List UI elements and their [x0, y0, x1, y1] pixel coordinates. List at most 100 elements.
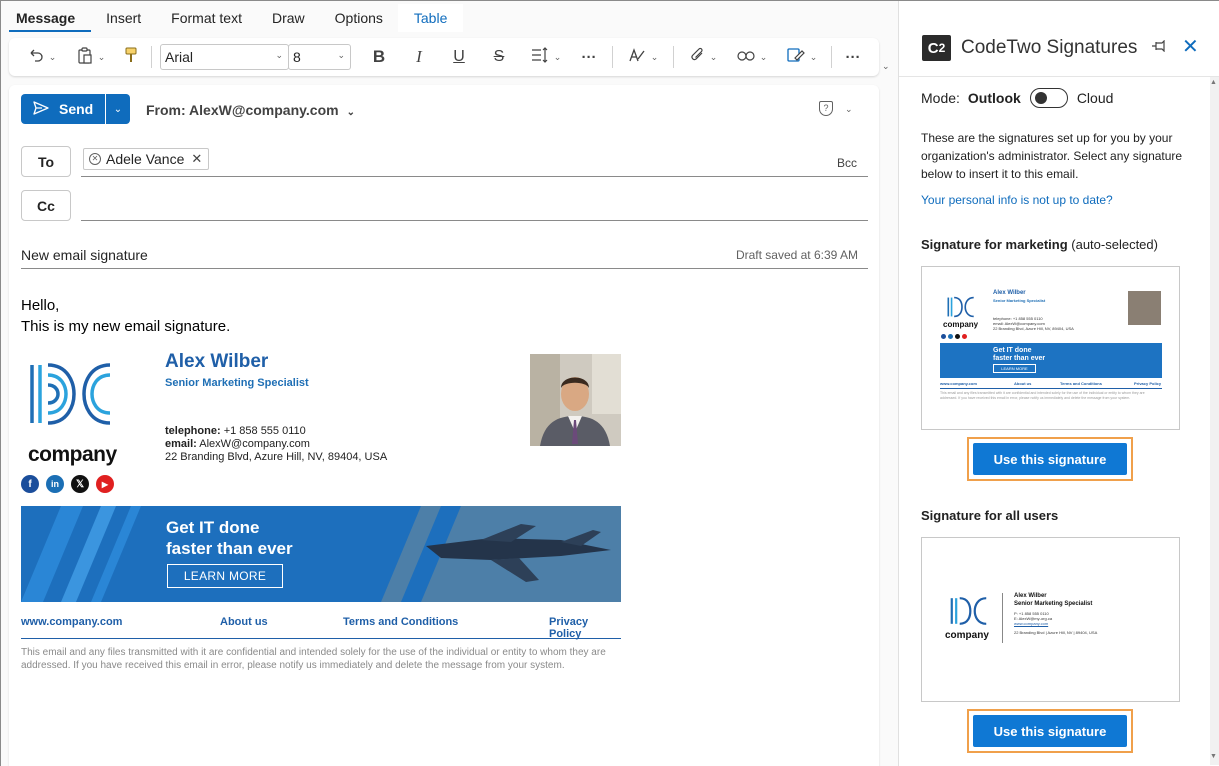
tab-message[interactable]: Message	[9, 4, 92, 32]
x-icon[interactable]: 𝕏	[71, 475, 89, 493]
signature-preview-all-users[interactable]: company Alex Wilber Senior Marketing Spe…	[921, 537, 1180, 702]
mini-banner: Get IT done faster than ever LEARN MORE	[940, 343, 1162, 378]
more-options-button[interactable]: ···	[841, 44, 865, 70]
mode-toggle[interactable]	[1029, 88, 1068, 108]
scroll-down-icon[interactable]: ▼	[1210, 753, 1217, 760]
tab-format-text[interactable]: Format text	[156, 4, 257, 32]
styles-button[interactable]: ⌄	[623, 44, 663, 70]
font-name-select[interactable]: Arial ⌄	[160, 44, 289, 70]
clipboard-icon	[77, 46, 93, 68]
subject-field[interactable]: New email signature	[21, 247, 148, 263]
styles-icon	[628, 47, 646, 67]
underline-button[interactable]: U	[449, 44, 469, 70]
signature-preview-marketing[interactable]: company Alex Wilber Senior Marketing Spe…	[921, 266, 1180, 430]
tab-table[interactable]: Table	[397, 4, 464, 32]
remove-recipient-icon[interactable]: ✕	[191, 151, 202, 167]
promo-banner[interactable]: Get IT done faster than ever LEARN MORE	[21, 506, 621, 602]
to-button[interactable]: To	[21, 146, 71, 177]
use-signature-highlight: Use this signature	[967, 709, 1133, 753]
attach-button[interactable]: ⌄	[685, 44, 723, 70]
bcc-button[interactable]: Bcc	[837, 156, 857, 170]
use-signature-button-all-users[interactable]: Use this signature	[973, 715, 1127, 747]
intro-text: These are the signatures set up for you …	[921, 131, 1183, 181]
message-body[interactable]: Hello, This is my new email signature.	[21, 295, 230, 337]
font-size-select[interactable]: 8 ⌄	[288, 44, 351, 70]
mini-divider	[1002, 593, 1003, 643]
recipient-chip[interactable]: ✕ Adele Vance ✕	[83, 148, 210, 170]
close-icon[interactable]: ✕	[1182, 34, 1199, 59]
ribbon-tabs: Message Insert Format text Draw Options …	[9, 4, 464, 32]
tab-insert[interactable]: Insert	[91, 4, 156, 32]
mini-links-divider	[940, 388, 1162, 389]
toggle-knob	[1034, 92, 1047, 104]
telephone-label: telephone:	[165, 425, 221, 437]
personal-info-link[interactable]: Your personal info is not up to date?	[921, 193, 1113, 207]
scroll-up-icon[interactable]: ▲	[1210, 79, 1217, 86]
mini-link: Terms and Conditions	[1060, 381, 1102, 386]
paste-button[interactable]: ⌄	[71, 44, 111, 70]
to-field-line[interactable]	[81, 176, 868, 177]
link-icon	[737, 49, 755, 66]
chevron-down-icon: ⌄	[97, 51, 106, 62]
ribbon-expand-chevron-icon[interactable]: ⌄	[882, 61, 890, 72]
website-link[interactable]: www.company.com	[21, 616, 122, 628]
pane-scrollbar[interactable]	[1210, 77, 1219, 765]
mini-banner-line: faster than ever	[993, 355, 1046, 362]
send-button[interactable]: Send	[21, 94, 105, 124]
section-title-text: Signature for marketing	[921, 237, 1068, 252]
toolbar-divider	[831, 46, 832, 68]
mode-cloud-label: Cloud	[1076, 90, 1114, 106]
signature-pen-icon	[787, 47, 805, 67]
linkedin-icon[interactable]: in	[46, 475, 64, 493]
links-divider	[21, 638, 621, 639]
chevron-down-icon: ⌄	[650, 51, 659, 62]
company-logo-mark-icon	[30, 363, 111, 425]
logo-number: 2	[938, 41, 946, 55]
mini-banner-button: LEARN MORE	[993, 364, 1036, 373]
body-line: This is my new email signature.	[21, 318, 231, 335]
email-value[interactable]: AlexW@company.com	[199, 438, 310, 450]
signature-button[interactable]: ⌄	[783, 44, 821, 70]
tab-options[interactable]: Options	[320, 4, 398, 32]
address-value: 22 Branding Blvd, Azure Hill, NV, 89404,…	[165, 451, 388, 463]
logo-letter: C	[927, 39, 939, 57]
font-size-value: 8	[293, 49, 301, 65]
strikethrough-button[interactable]: S	[489, 44, 509, 70]
sensitivity-shield-icon[interactable]: ?	[819, 101, 833, 116]
chevron-down-icon[interactable]: ⌄	[845, 104, 853, 115]
mini2-address: 22 Branding Blvd | Azure Hill, NV | 8940…	[1014, 630, 1098, 635]
compose-window: Message Insert Format text Draw Options …	[1, 1, 898, 766]
facebook-icon[interactable]: f	[21, 475, 39, 493]
mini2-web: www.company.com	[1014, 621, 1049, 626]
terms-link[interactable]: Terms and Conditions	[343, 616, 458, 628]
format-painter-button[interactable]	[121, 44, 141, 70]
from-selector[interactable]: From: AlexW@company.com ⌄	[146, 102, 355, 118]
link-button[interactable]: ⌄	[733, 44, 771, 70]
send-options-button[interactable]: ⌄	[106, 94, 130, 124]
pin-icon[interactable]	[1151, 39, 1167, 55]
cc-field-line[interactable]	[81, 220, 868, 221]
italic-button[interactable]: I	[409, 44, 429, 70]
bold-button[interactable]: B	[369, 44, 389, 70]
mini2-name: Alex Wilber	[1014, 593, 1047, 599]
paperclip-icon	[691, 47, 705, 67]
tab-draw[interactable]: Draw	[257, 4, 320, 32]
mini2-contact: P: +1 858 555 0110 E: AlexW@my-org.ca ww…	[1014, 611, 1164, 635]
youtube-icon[interactable]: ▶	[96, 475, 114, 493]
use-signature-highlight: Use this signature	[967, 437, 1133, 481]
social-links: f in 𝕏 ▶	[21, 475, 114, 493]
banner-line: faster than ever	[166, 539, 293, 558]
mini-link: About us	[1014, 381, 1032, 386]
more-format-button[interactable]: ···	[577, 44, 601, 70]
addin-pane: C2 CodeTwo Signatures ✕ ▲ ▼ Mode: Outloo…	[898, 1, 1219, 766]
about-us-link[interactable]: About us	[220, 616, 268, 628]
chevron-down-icon: ⌄	[113, 103, 123, 115]
use-signature-button-marketing[interactable]: Use this signature	[973, 443, 1127, 475]
cc-button[interactable]: Cc	[21, 190, 71, 221]
mini-address: 22 Branding Blvd, Azure Hill, NV, 89404,…	[993, 326, 1074, 331]
undo-button[interactable]: ⌄	[23, 44, 61, 70]
learn-more-button[interactable]: LEARN MORE	[167, 564, 283, 588]
chevron-down-icon: ⌄	[759, 51, 768, 62]
privacy-link[interactable]: Privacy Policy	[549, 616, 621, 640]
line-spacing-button[interactable]: ⌄	[527, 44, 565, 70]
